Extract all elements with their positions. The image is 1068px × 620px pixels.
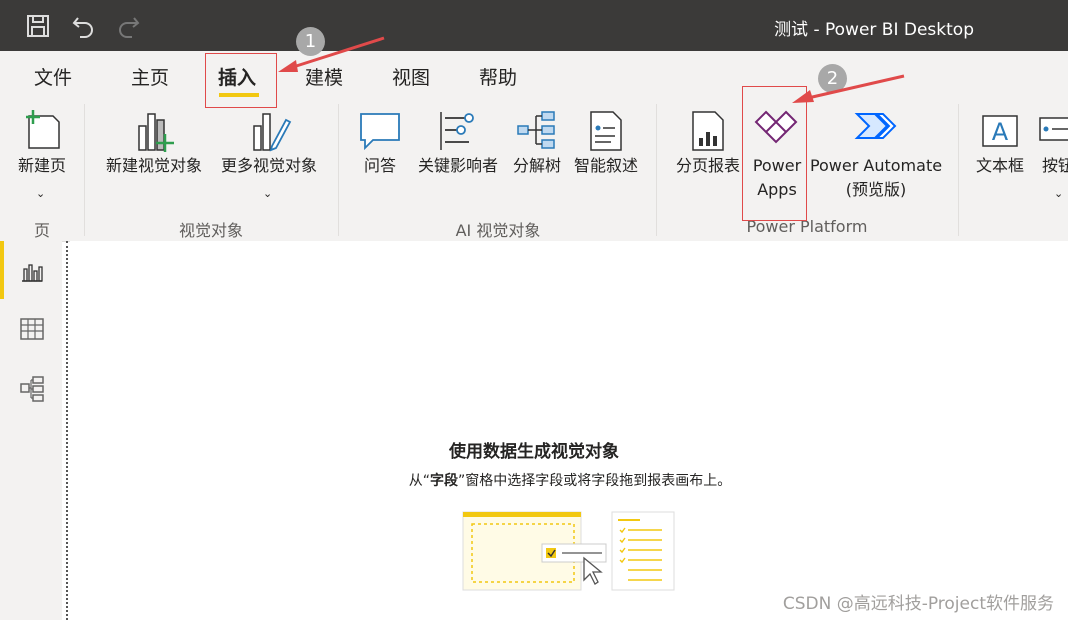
group-label-ai-visuals: AI 视觉对象 bbox=[455, 221, 541, 240]
group-label-power-platform: Power Platform bbox=[746, 217, 868, 236]
group-label-visuals: 视觉对象 bbox=[178, 221, 243, 240]
paginated-report-button[interactable]: 分页报表 bbox=[670, 108, 746, 178]
save-icon[interactable] bbox=[24, 12, 52, 40]
new-page-icon bbox=[26, 110, 60, 149]
smart-narrative-label: 智能叙述 bbox=[573, 156, 638, 175]
divider bbox=[338, 104, 339, 236]
divider bbox=[656, 104, 657, 236]
model-view-icon[interactable] bbox=[18, 374, 46, 402]
report-view-icon[interactable] bbox=[18, 257, 46, 285]
page-canvas-border bbox=[66, 241, 68, 620]
smart-narrative-button[interactable]: 智能叙述 bbox=[568, 108, 644, 178]
key-influencers-icon bbox=[440, 112, 474, 150]
data-view-icon[interactable] bbox=[18, 315, 46, 343]
tab-help[interactable]: 帮助 bbox=[479, 63, 517, 90]
more-visuals-icon bbox=[253, 113, 292, 152]
buttons-label: 按钮 bbox=[1042, 156, 1068, 175]
textbox-label: 文本框 bbox=[975, 156, 1024, 175]
decomposition-tree-button[interactable]: 分解树 bbox=[507, 108, 567, 178]
key-influencers-label: 关键影响者 bbox=[417, 156, 498, 175]
arrow-1-icon bbox=[278, 36, 385, 72]
power-automate-button[interactable]: Power Automate (预览版) bbox=[808, 108, 944, 202]
fields-pane-reference: 字段 bbox=[430, 473, 458, 489]
undo-icon[interactable] bbox=[70, 12, 98, 40]
divider bbox=[84, 104, 85, 236]
new-visual-button[interactable]: 新建视觉对象 bbox=[98, 108, 210, 178]
paginated-report-label: 分页报表 bbox=[675, 156, 740, 175]
qa-button[interactable]: 问答 bbox=[352, 108, 408, 178]
power-automate-icon bbox=[854, 113, 897, 139]
view-switcher bbox=[0, 241, 62, 620]
svg-text:A: A bbox=[992, 118, 1009, 146]
power-automate-label-line2: (预览版) bbox=[845, 180, 907, 199]
title-bar: 测试 - Power BI Desktop bbox=[0, 0, 1068, 51]
new-visual-icon bbox=[138, 113, 174, 152]
button-icon bbox=[1039, 117, 1068, 141]
watermark: CSDN @高远科技-Project软件服务 bbox=[782, 594, 1054, 614]
selected-view-indicator bbox=[0, 241, 4, 299]
tab-file[interactable]: 文件 bbox=[34, 63, 72, 90]
smart-narrative-icon bbox=[590, 111, 622, 151]
decomposition-tree-label: 分解树 bbox=[512, 156, 561, 175]
ribbon: 新建页 ⌄ 页 新建视觉对象 更多视觉对象 ⌄ 视觉对象 问答 关键影响者 分解… bbox=[0, 98, 1068, 242]
redo-icon[interactable] bbox=[114, 12, 142, 40]
paginated-report-icon bbox=[692, 111, 724, 151]
chevron-down-icon[interactable]: ⌄ bbox=[1054, 187, 1063, 200]
arrow-2-icon bbox=[792, 74, 905, 103]
highlight-insert-tab bbox=[205, 53, 277, 108]
subtitle-prefix: 从“ bbox=[408, 473, 430, 489]
more-visuals-button[interactable]: 更多视觉对象 bbox=[213, 108, 325, 178]
empty-canvas-subtitle: 从“字段”窗格中选择字段或将字段拖到报表画布上。 bbox=[0, 470, 1068, 490]
new-page-button[interactable]: 新建页 bbox=[10, 108, 74, 178]
more-visuals-label: 更多视觉对象 bbox=[220, 156, 317, 175]
divider bbox=[958, 104, 959, 236]
new-visual-label: 新建视觉对象 bbox=[105, 156, 202, 175]
qa-icon bbox=[360, 113, 400, 151]
key-influencers-button[interactable]: 关键影响者 bbox=[410, 108, 506, 178]
chevron-down-icon[interactable]: ⌄ bbox=[263, 187, 272, 200]
group-label-pages: 页 bbox=[33, 221, 50, 240]
chevron-down-icon[interactable]: ⌄ bbox=[36, 187, 45, 200]
textbox-icon: A bbox=[982, 115, 1018, 147]
window-title: 测试 - Power BI Desktop bbox=[774, 20, 974, 40]
power-automate-label-line1: Power Automate bbox=[809, 156, 943, 175]
decomposition-tree-icon bbox=[517, 111, 555, 149]
textbox-button[interactable]: A 文本框 bbox=[968, 108, 1032, 178]
buttons-button[interactable]: 按钮 bbox=[1034, 108, 1068, 178]
tab-home[interactable]: 主页 bbox=[131, 63, 169, 90]
new-page-label: 新建页 bbox=[17, 156, 66, 175]
empty-canvas-title: 使用数据生成视觉对象 bbox=[449, 442, 619, 462]
qa-label: 问答 bbox=[363, 156, 396, 175]
subtitle-suffix: ”窗格中选择字段或将字段拖到报表画布上。 bbox=[458, 473, 732, 489]
drag-fields-illustration bbox=[462, 511, 675, 591]
